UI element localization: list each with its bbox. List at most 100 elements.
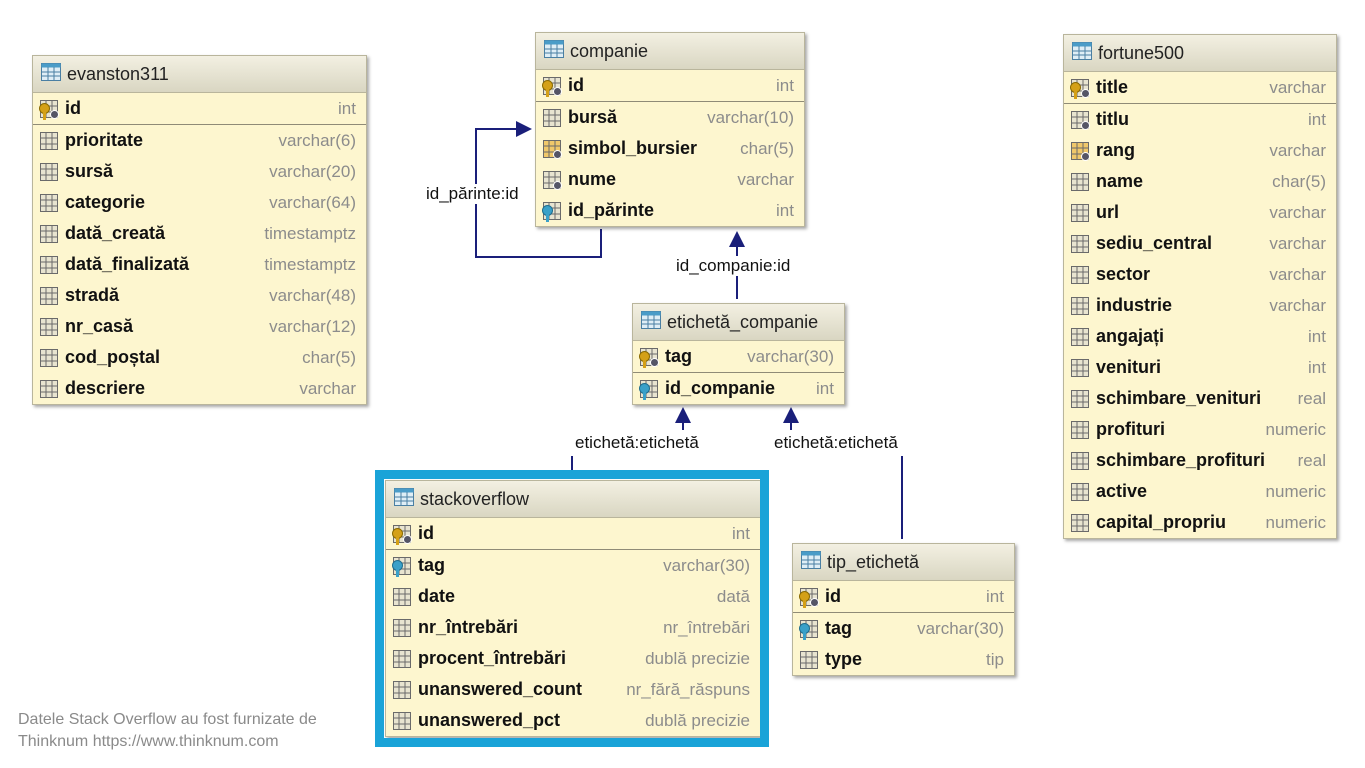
column-name: dată_finalizată [65,254,190,274]
foreign-key-icon [639,379,659,400]
column-icon [1070,327,1090,347]
column-row[interactable]: simbol_bursier char(5) [536,133,804,164]
table-icon [801,550,821,574]
column-row[interactable]: name char(5) [1064,166,1336,197]
column-name: descriere [65,378,146,398]
column-icon [1070,389,1090,409]
column-name: id [568,75,584,95]
column-name: nume [568,169,617,189]
column-type: varchar [299,378,356,398]
column-row[interactable]: industrie varchar [1064,290,1336,321]
column-icon [39,255,59,275]
column-row[interactable]: sursă varchar(20) [33,156,366,187]
column-icon [1070,234,1090,254]
column-type: varchar [1269,140,1326,160]
column-icon [799,650,819,670]
column-type: numeric [1265,481,1326,501]
column-row[interactable]: tag varchar(30) [633,341,844,373]
column-type: char(5) [302,347,356,367]
column-row[interactable]: id int [33,93,366,125]
column-row[interactable]: id_companie int [633,373,844,404]
column-row[interactable]: titlu int [1064,104,1336,135]
column-type: varchar(64) [269,192,356,212]
arrow-head [675,407,691,423]
table-companie[interactable]: companie id int bursă varchar(10) simbol_burs… [535,32,805,227]
unique-column-icon [1070,141,1090,161]
column-name: sursă [65,161,114,181]
column-icon [39,317,59,337]
table-header[interactable]: companie [536,33,804,70]
column-icon [1070,172,1090,192]
column-row[interactable]: capital_propriu numeric [1064,507,1336,538]
column-name: sediu_central [1096,233,1213,253]
table-header[interactable]: etichetă_companie [633,304,844,341]
column-type: varchar(6) [278,130,356,150]
column-row[interactable]: rang varchar [1064,135,1336,166]
column-row[interactable]: categorie varchar(64) [33,187,366,218]
table-fortune500[interactable]: fortune500 title varchar titlu int rang varcha… [1063,34,1337,539]
table-evanston311[interactable]: evanston311 id int prioritate varchar(6) surs… [32,55,367,405]
table-header[interactable]: fortune500 [1064,35,1336,72]
column-icon [39,348,59,368]
column-row[interactable]: schimbare_venituri real [1064,383,1336,414]
stackoverflow-highlight-frame [375,470,769,747]
column-row[interactable]: prioritate varchar(6) [33,125,366,156]
column-icon [1070,358,1090,378]
column-name: tag [665,346,692,366]
column-type: int [1308,109,1326,129]
column-row[interactable]: nr_casă varchar(12) [33,311,366,342]
column-row[interactable]: sediu_central varchar [1064,228,1336,259]
column-row[interactable]: id int [536,70,804,102]
column-name: stradă [65,285,120,305]
column-row[interactable]: sector varchar [1064,259,1336,290]
column-name: angajați [1096,326,1165,346]
column-type: varchar [1269,202,1326,222]
column-name: venituri [1096,357,1162,377]
relation-label-self: id_părinte:id [426,184,519,204]
column-icon [1070,451,1090,471]
column-type: int [986,586,1004,606]
column-icon [1070,203,1090,223]
column-row[interactable]: profituri numeric [1064,414,1336,445]
table-header[interactable]: tip_etichetă [793,544,1014,581]
column-icon [1070,265,1090,285]
footnote: Datele Stack Overflow au fost furnizate … [18,709,317,753]
column-name: rang [1096,140,1136,160]
column-type: varchar(10) [707,107,794,127]
column-row[interactable]: type tip [793,644,1014,675]
column-row[interactable]: descriere varchar [33,373,366,404]
column-row[interactable]: id int [793,581,1014,613]
column-type: char(5) [1272,171,1326,191]
column-row[interactable]: bursă varchar(10) [536,102,804,133]
table-icon [544,39,564,63]
column-type: real [1297,388,1326,408]
column-row[interactable]: nume varchar [536,164,804,195]
column-name: schimbare_venituri [1096,388,1262,408]
column-row[interactable]: tag varchar(30) [793,613,1014,644]
column-icon [39,286,59,306]
column-row[interactable]: url varchar [1064,197,1336,228]
column-name: bursă [568,107,618,127]
table-name: companie [570,40,649,61]
column-type: real [1297,450,1326,470]
table-tip-eticheta[interactable]: tip_etichetă id int tag varchar(30) type tip [792,543,1015,676]
column-name: active [1096,481,1148,501]
column-row[interactable]: dată_creată timestamptz [33,218,366,249]
column-row[interactable]: active numeric [1064,476,1336,507]
table-header[interactable]: evanston311 [33,56,366,93]
foreign-key-icon [799,619,819,640]
column-row[interactable]: cod_poștal char(5) [33,342,366,373]
column-icon [39,162,59,182]
table-eticheta-companie[interactable]: etichetă_companie tag varchar(30) id_compan… [632,303,845,405]
column-row[interactable]: stradă varchar(48) [33,280,366,311]
column-type: tip [986,649,1004,669]
table-name: etichetă_companie [667,311,819,332]
column-name: prioritate [65,130,144,150]
column-row[interactable]: angajați int [1064,321,1336,352]
footnote-line-2: Thinknum https://www.thinknum.com [18,733,279,750]
column-row[interactable]: id_părinte int [536,195,804,226]
column-row[interactable]: venituri int [1064,352,1336,383]
column-row[interactable]: dată_finalizată timestamptz [33,249,366,280]
column-row[interactable]: schimbare_profituri real [1064,445,1336,476]
column-row[interactable]: title varchar [1064,72,1336,104]
